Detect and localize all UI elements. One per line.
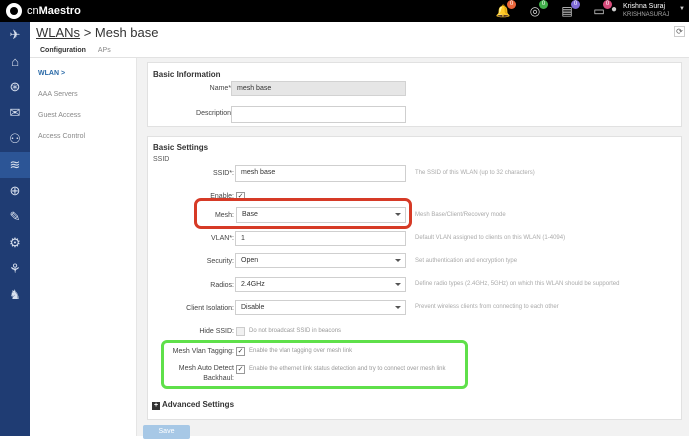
security-select[interactable]: Open bbox=[235, 253, 406, 268]
user-avatar-icon[interactable]: ● bbox=[611, 5, 621, 15]
name-input[interactable]: mesh base bbox=[231, 81, 406, 96]
event-badge: 0 bbox=[539, 0, 548, 9]
chevron-down-icon bbox=[395, 259, 401, 262]
cnmaestro-logo-icon bbox=[6, 3, 22, 19]
radios-hint: Define radio types (2.4GHz, 5GHz) on whi… bbox=[415, 281, 620, 287]
hide-ssid-label: Hide SSID: bbox=[199, 328, 234, 335]
vlan-label: VLAN*: bbox=[211, 235, 234, 242]
security-hint: Set authentication and encryption type bbox=[415, 258, 518, 264]
vlan-input[interactable]: 1 bbox=[235, 231, 406, 246]
crosshair-icon[interactable]: ⊕ bbox=[0, 178, 30, 204]
map-icon[interactable]: ✉ bbox=[0, 100, 30, 126]
advanced-settings-label: Advanced Settings bbox=[162, 400, 235, 409]
advanced-settings-toggle[interactable]: + Advanced Settings bbox=[152, 400, 234, 410]
subnav-item-access-control[interactable]: Access Control bbox=[38, 133, 85, 140]
ssid-label: SSID*: bbox=[212, 170, 234, 177]
users-icon[interactable]: ♞ bbox=[0, 282, 30, 308]
subnav-item-wlan[interactable]: WLAN > bbox=[38, 70, 65, 77]
gear-icon[interactable]: ⚙ bbox=[0, 230, 30, 256]
notification-icons: 🔔 0 ◎ 0 ▤ 0 ▭ 0 bbox=[495, 0, 623, 19]
wifi-icon[interactable]: ≋ bbox=[0, 152, 30, 178]
basic-information-title: Basic Information bbox=[153, 70, 221, 79]
user-menu[interactable]: Krishna Suraj KRISHNASURAJ bbox=[623, 3, 669, 19]
radios-label: Radios: bbox=[210, 282, 234, 289]
basic-settings-title: Basic Settings bbox=[153, 143, 209, 152]
brand-logo[interactable]: cnMaestro bbox=[6, 3, 81, 19]
client-isolation-hint: Prevent wireless clients from connecting… bbox=[415, 304, 559, 310]
name-label: Name*: bbox=[209, 85, 233, 92]
save-button[interactable]: Save bbox=[143, 425, 190, 439]
breadcrumb-separator: > bbox=[83, 25, 92, 40]
hide-ssid-text: Do not broadcast SSID in beacons bbox=[249, 328, 342, 334]
mesh-options-highlight-box bbox=[161, 340, 468, 389]
chevron-down-icon[interactable]: ▼ bbox=[679, 6, 685, 12]
home-icon[interactable]: ⌂ bbox=[0, 48, 30, 74]
plus-icon: + bbox=[152, 402, 160, 410]
clipboard-icon[interactable]: ▤ 0 bbox=[559, 0, 580, 19]
user-account: KRISHNASURAJ bbox=[623, 12, 670, 18]
description-label: Description: bbox=[196, 110, 233, 117]
client-isolation-select[interactable]: Disable bbox=[235, 300, 406, 315]
mesh-hint: Mesh Base/Client/Recovery mode bbox=[415, 212, 506, 218]
basic-information-panel: Basic Information Name*: mesh base Descr… bbox=[147, 62, 682, 127]
refresh-icon[interactable]: ⟳ bbox=[674, 26, 685, 37]
security-label: Security: bbox=[206, 258, 234, 265]
breadcrumb: WLANs > Mesh base bbox=[36, 25, 159, 40]
pin-icon[interactable]: ✈ bbox=[0, 22, 30, 48]
apps-icon[interactable]: ⚘ bbox=[0, 256, 30, 282]
page-header: WLANs > Mesh base ⟳ Configuration APs bbox=[30, 22, 689, 59]
job-badge: 0 bbox=[571, 0, 580, 9]
vlan-hint: Default VLAN assigned to clients on this… bbox=[415, 235, 566, 241]
breadcrumb-wlans-link[interactable]: WLANs bbox=[36, 25, 80, 40]
radios-select[interactable]: 2.4GHz bbox=[235, 277, 406, 292]
dashboard-icon[interactable]: ⊛ bbox=[0, 74, 30, 100]
chevron-down-icon bbox=[395, 283, 401, 286]
description-input[interactable] bbox=[231, 106, 406, 123]
alarm-badge: 0 bbox=[507, 0, 516, 9]
hide-ssid-checkbox[interactable] bbox=[236, 327, 245, 336]
radios-select-value: 2.4GHz bbox=[241, 281, 265, 288]
bell-icon[interactable]: 🔔 0 bbox=[495, 0, 516, 19]
ssid-section-label: SSID bbox=[153, 156, 170, 163]
subnav-item-guest-access[interactable]: Guest Access bbox=[38, 112, 81, 119]
sidebar-nav: ✈ ⌂ ⊛ ✉ ⚇ ≋ ⊕ ✎ ⚙ ⚘ ♞ bbox=[0, 22, 30, 436]
page-title: Mesh base bbox=[94, 25, 159, 40]
top-bar: cnMaestro 🔔 0 ◎ 0 ▤ 0 ▭ 0 ● Krishna Suraj KR… bbox=[0, 0, 689, 22]
ssid-hint: The SSID of this WLAN (up to 32 characte… bbox=[415, 170, 535, 176]
brand-name: cnMaestro bbox=[27, 5, 81, 17]
subnav-item-aaa-servers[interactable]: AAA Servers bbox=[38, 91, 78, 98]
mesh-highlight-box bbox=[194, 198, 412, 229]
client-isolation-select-value: Disable bbox=[241, 304, 265, 311]
check-circle-icon[interactable]: ◎ 0 bbox=[527, 0, 548, 19]
ssid-input[interactable]: mesh base bbox=[235, 165, 406, 182]
laptop-icon[interactable]: ▭ 0 bbox=[591, 0, 612, 19]
tools-icon[interactable]: ✎ bbox=[0, 204, 30, 230]
network-icon[interactable]: ⚇ bbox=[0, 126, 30, 152]
user-name: Krishna Suraj bbox=[623, 3, 666, 10]
settings-subnav: WLAN > AAA Servers Guest Access Access C… bbox=[30, 58, 137, 436]
security-select-value: Open bbox=[241, 257, 259, 264]
client-isolation-label: Client Isolation: bbox=[186, 305, 234, 312]
chevron-down-icon bbox=[395, 306, 401, 309]
